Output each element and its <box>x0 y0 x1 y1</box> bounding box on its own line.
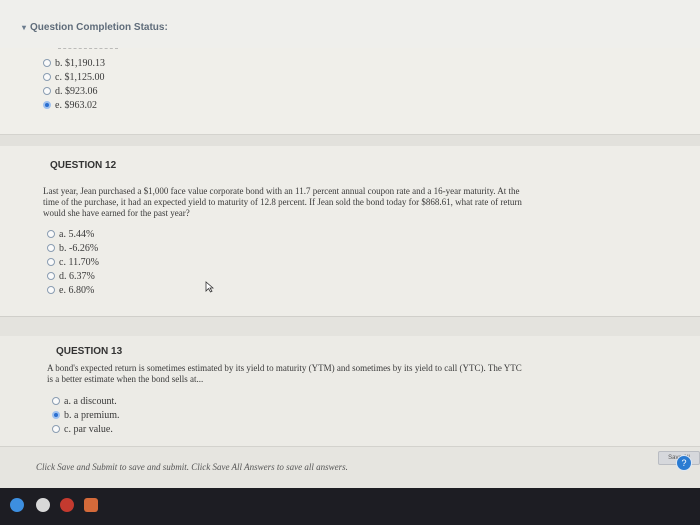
radio-q12-d[interactable] <box>47 272 55 280</box>
app-icon[interactable] <box>36 498 50 512</box>
app-icon[interactable] <box>60 498 74 512</box>
radio-q12-b[interactable] <box>47 244 55 252</box>
submit-instructions: Click Save and Submit to save and submit… <box>36 462 348 472</box>
radio-q13-c[interactable] <box>52 425 60 433</box>
help-icon[interactable]: ? <box>676 455 692 471</box>
status-title-label: Question Completion Status: <box>30 22 168 33</box>
option-q13-a[interactable]: a. a discount. <box>52 394 120 408</box>
question-12-text: Last year, Jean purchased a $1,000 face … <box>43 186 522 218</box>
radio-q11-e-selected[interactable] <box>43 101 51 109</box>
question-13-options: a. a discount. b. a premium. c. par valu… <box>52 394 120 436</box>
expand-triangle-icon: ▾ <box>22 23 27 32</box>
radio-q13-a[interactable] <box>52 397 60 405</box>
option-q12-d[interactable]: d. 6.37% <box>47 269 99 283</box>
mouse-cursor-icon <box>205 281 214 293</box>
question-11-options: b. $1,190.13 c. $1,125.00 d. $923.06 e. … <box>43 56 105 112</box>
question-12-options: a. 5.44% b. -6.26% c. 11.70% d. 6.37% e.… <box>47 227 99 297</box>
question-completion-status-toggle[interactable]: ▾ Question Completion Status: <box>22 22 168 33</box>
radio-q11-b[interactable] <box>43 59 51 67</box>
option-q13-b[interactable]: b. a premium. <box>52 408 120 422</box>
question-12-heading: QUESTION 12 <box>50 160 117 171</box>
option-q13-c[interactable]: c. par value. <box>52 422 120 436</box>
question-completion-status-bar: ▾ Question Completion Status: <box>0 0 700 49</box>
radio-q12-a[interactable] <box>47 230 55 238</box>
option-q12-b[interactable]: b. -6.26% <box>47 241 99 255</box>
option-q11-c[interactable]: c. $1,125.00 <box>43 70 105 84</box>
option-q11-d[interactable]: d. $923.06 <box>43 84 105 98</box>
question-13-text: A bond's expected return is sometimes es… <box>47 363 522 384</box>
option-q12-e[interactable]: e. 6.80% <box>47 283 99 297</box>
radio-q11-c[interactable] <box>43 73 51 81</box>
question-13-heading: QUESTION 13 <box>56 346 123 357</box>
option-q11-b[interactable]: b. $1,190.13 <box>43 56 105 70</box>
question-separator <box>0 316 700 338</box>
option-q12-c[interactable]: c. 11.70% <box>47 255 99 269</box>
question-11-panel <box>0 48 700 134</box>
radio-q12-c[interactable] <box>47 258 55 266</box>
radio-q11-d[interactable] <box>43 87 51 95</box>
radio-q12-e[interactable] <box>47 286 55 294</box>
taskbar <box>0 488 700 525</box>
start-icon[interactable] <box>10 498 24 512</box>
option-q11-e[interactable]: e. $963.02 <box>43 98 105 112</box>
question-12-panel <box>0 146 700 316</box>
cutoff-option-fragment <box>58 48 118 51</box>
option-q12-a[interactable]: a. 5.44% <box>47 227 99 241</box>
app-icon[interactable] <box>84 498 98 512</box>
radio-q13-b-selected[interactable] <box>52 411 60 419</box>
